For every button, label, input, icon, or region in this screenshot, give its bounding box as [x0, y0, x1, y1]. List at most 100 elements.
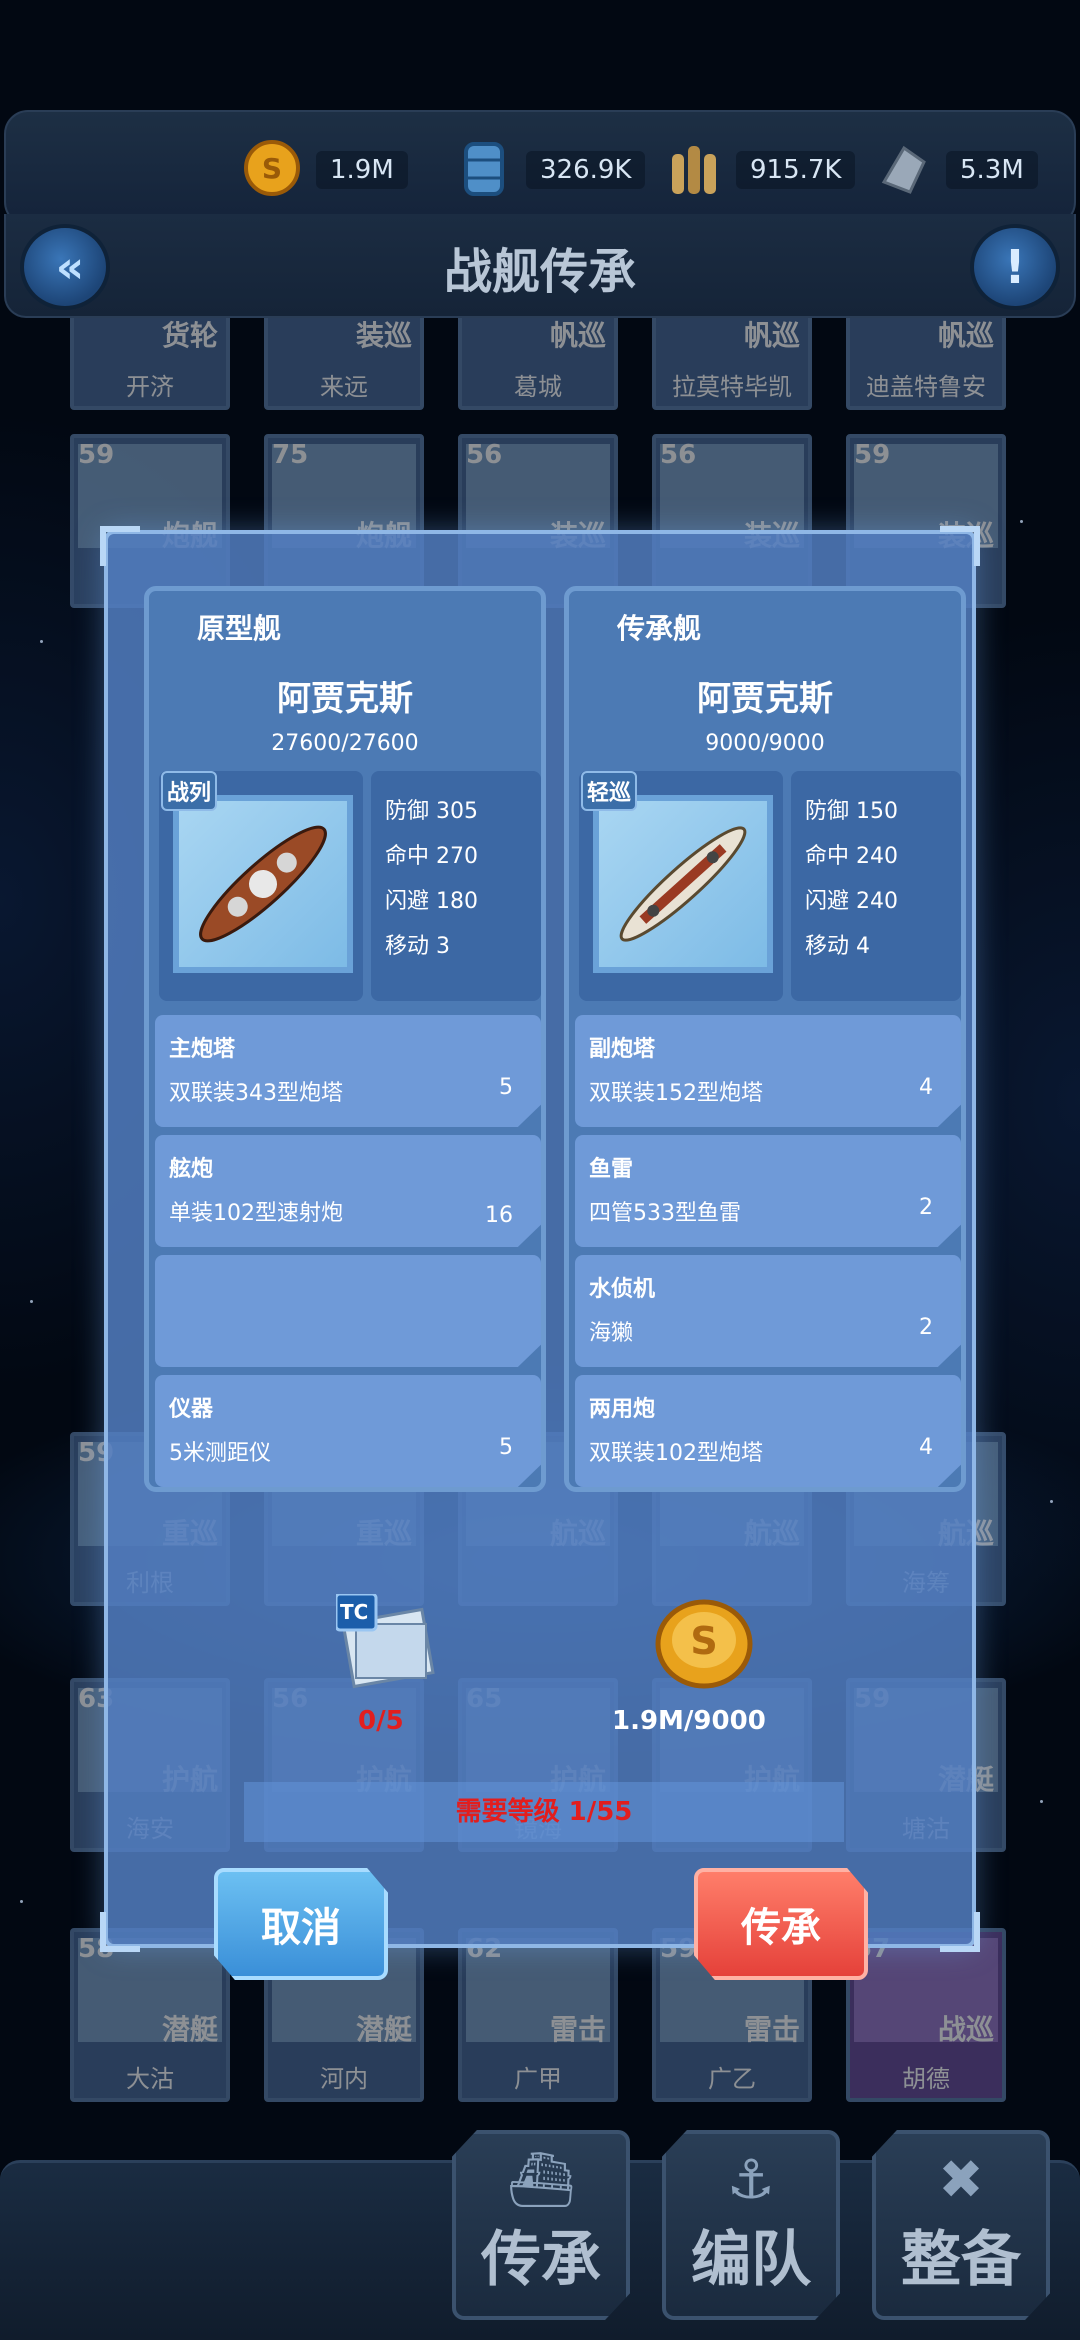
nav-maintenance-button[interactable]: ✖ 整备 — [872, 2130, 1050, 2320]
ship-name: 来远 — [320, 373, 368, 401]
equipment-slot[interactable]: 舷炮 单装102型速射炮 16 — [155, 1135, 541, 1247]
stat-accuracy: 命中 240 — [805, 844, 898, 869]
resource-steel: 5.3M — [876, 140, 1038, 200]
blueprint-cost: TC 0/5 — [334, 1592, 436, 1744]
slot-item: 单装102型速射炮 — [169, 1201, 343, 1226]
nav-inherit-button[interactable]: ⛴ 传承 — [452, 2130, 630, 2320]
prototype-ship-panel: 原型舰 阿贾克斯 27600/27600 战列 防御 305 命中 270 闪避… — [144, 586, 546, 1492]
inherit-button[interactable]: 传承 — [694, 1868, 868, 1980]
svg-text:S: S — [690, 1619, 717, 1663]
ship-name: 胡德 — [902, 2065, 950, 2093]
slot-category: 仪器 — [169, 1397, 214, 1422]
nav-label: 整备 — [901, 2225, 1021, 2295]
slot-item: 海獭 — [589, 1321, 634, 1346]
slot-category: 鱼雷 — [589, 1157, 634, 1182]
equipment-slot-empty[interactable] — [155, 1255, 541, 1367]
ship-level: 59 — [78, 440, 115, 470]
frame-corner — [100, 1912, 140, 1952]
frame-corner — [940, 1912, 980, 1952]
inherit-dialog: 原型舰 阿贾克斯 27600/27600 战列 防御 305 命中 270 闪避… — [100, 526, 980, 1952]
gold-coin-icon: S — [654, 1594, 754, 1698]
fleet-icon: ⚓ — [726, 2148, 776, 2211]
ship-type: 雷击 — [743, 2013, 800, 2046]
frame-corner — [100, 526, 140, 566]
ship-type: 帆巡 — [937, 319, 994, 352]
page-title: 战舰传承 — [443, 244, 636, 300]
slot-count: 5 — [499, 1435, 513, 1460]
steel-parts-icon — [876, 138, 932, 202]
ship-level: 56 — [660, 440, 697, 470]
equipment-slot[interactable]: 仪器 5米测距仪 5 — [155, 1375, 541, 1487]
ship-type: 潜艇 — [161, 2013, 218, 2046]
cancel-button[interactable]: 取消 — [214, 1868, 388, 1980]
svg-text:S: S — [262, 152, 282, 185]
ship-name: 广乙 — [708, 2065, 756, 2093]
slot-item: 5米测距仪 — [169, 1441, 271, 1466]
slot-category: 水侦机 — [589, 1277, 656, 1302]
ship-card[interactable]: 62 雷击 广甲 — [458, 1928, 618, 2102]
steel-value: 5.3M — [946, 151, 1038, 189]
nav-fleet-button[interactable]: ⚓ 编队 — [662, 2130, 840, 2320]
stat-movement: 移动 3 — [385, 934, 450, 959]
slot-count: 16 — [485, 1203, 513, 1228]
ship-name: 开济 — [126, 373, 174, 401]
equipment-slot[interactable]: 副炮塔 双联装152型炮塔 4 — [575, 1015, 961, 1127]
slot-count: 2 — [919, 1195, 933, 1220]
slot-count: 4 — [919, 1075, 933, 1100]
ship-stats: 防御 305 命中 270 闪避 180 移动 3 — [371, 771, 541, 1001]
slot-item: 双联装102型炮塔 — [589, 1441, 763, 1466]
ship-hp: 9000/9000 — [705, 731, 825, 756]
ship-type: 装巡 — [355, 319, 412, 352]
ship-portrait[interactable]: 轻巡 — [579, 771, 783, 1001]
nav-label: 传承 — [481, 2225, 601, 2295]
ship-tree-icon: ⛴ — [506, 2148, 576, 2211]
ship-portrait[interactable]: 战列 — [159, 771, 363, 1001]
ship-stats: 防御 150 命中 240 闪避 240 移动 4 — [791, 771, 961, 1001]
ship-type: 货轮 — [161, 319, 218, 352]
header: « 战舰传承 ! — [4, 214, 1076, 318]
info-button[interactable]: ! — [970, 224, 1060, 310]
ship-type: 战巡 — [937, 2013, 994, 2046]
ship-name: 河内 — [320, 2065, 368, 2093]
gold-cost: S 1.9M/9000 — [612, 1594, 814, 1744]
slot-count: 4 — [919, 1435, 933, 1460]
panel-title: 传承舰 — [617, 612, 702, 645]
gold-coin-icon: S — [242, 138, 302, 202]
ship-level: 59 — [854, 440, 891, 470]
equipment-slot[interactable]: 鱼雷 四管533型鱼雷 2 — [575, 1135, 961, 1247]
slot-item: 双联装343型炮塔 — [169, 1081, 343, 1106]
slot-category: 两用炮 — [589, 1397, 656, 1422]
equipment-slot[interactable]: 主炮塔 双联装343型炮塔 5 — [155, 1015, 541, 1127]
ship-type: 潜艇 — [355, 2013, 412, 2046]
nav-label: 编队 — [691, 2225, 811, 2295]
ship-type: 雷击 — [549, 2013, 606, 2046]
slot-count: 5 — [499, 1075, 513, 1100]
ship-class-badge: 战列 — [161, 771, 218, 811]
equipment-slot[interactable]: 水侦机海獭 2 — [575, 1255, 961, 1367]
exclamation-icon: ! — [1004, 240, 1026, 294]
blueprint-badge: TC — [340, 1600, 369, 1624]
ship-name: 迪盖特鲁安 — [866, 373, 986, 401]
ship-hp: 27600/27600 — [271, 731, 419, 756]
ship-card[interactable]: 58 潜艇 大沽 — [70, 1928, 230, 2102]
ship-name: 阿贾克斯 — [697, 679, 833, 719]
ship-name: 拉莫特毕凯 — [672, 373, 792, 401]
ship-card[interactable]: 57 战巡 胡德 — [846, 1928, 1006, 2102]
ship-type: 帆巡 — [549, 319, 606, 352]
ship-image — [593, 795, 773, 973]
ship-level: 75 — [272, 440, 309, 470]
gold-cost-value: 1.9M/9000 — [612, 1706, 766, 1736]
blueprint-count: 0/5 — [358, 1706, 404, 1736]
panel-title: 原型舰 — [197, 612, 282, 645]
resource-ammo: 915.7K — [666, 140, 856, 200]
oil-barrel-icon — [456, 138, 512, 202]
ship-image — [173, 795, 353, 973]
frame-corner — [940, 526, 980, 566]
equipment-slot[interactable]: 两用炮双联装102型炮塔 4 — [575, 1375, 961, 1487]
oil-value: 326.9K — [526, 151, 646, 189]
slot-count: 2 — [919, 1315, 933, 1340]
stat-accuracy: 命中 270 — [385, 844, 478, 869]
ship-level: 56 — [466, 440, 503, 470]
ship-name: 葛城 — [514, 373, 562, 401]
slot-item: 双联装152型炮塔 — [589, 1081, 763, 1106]
